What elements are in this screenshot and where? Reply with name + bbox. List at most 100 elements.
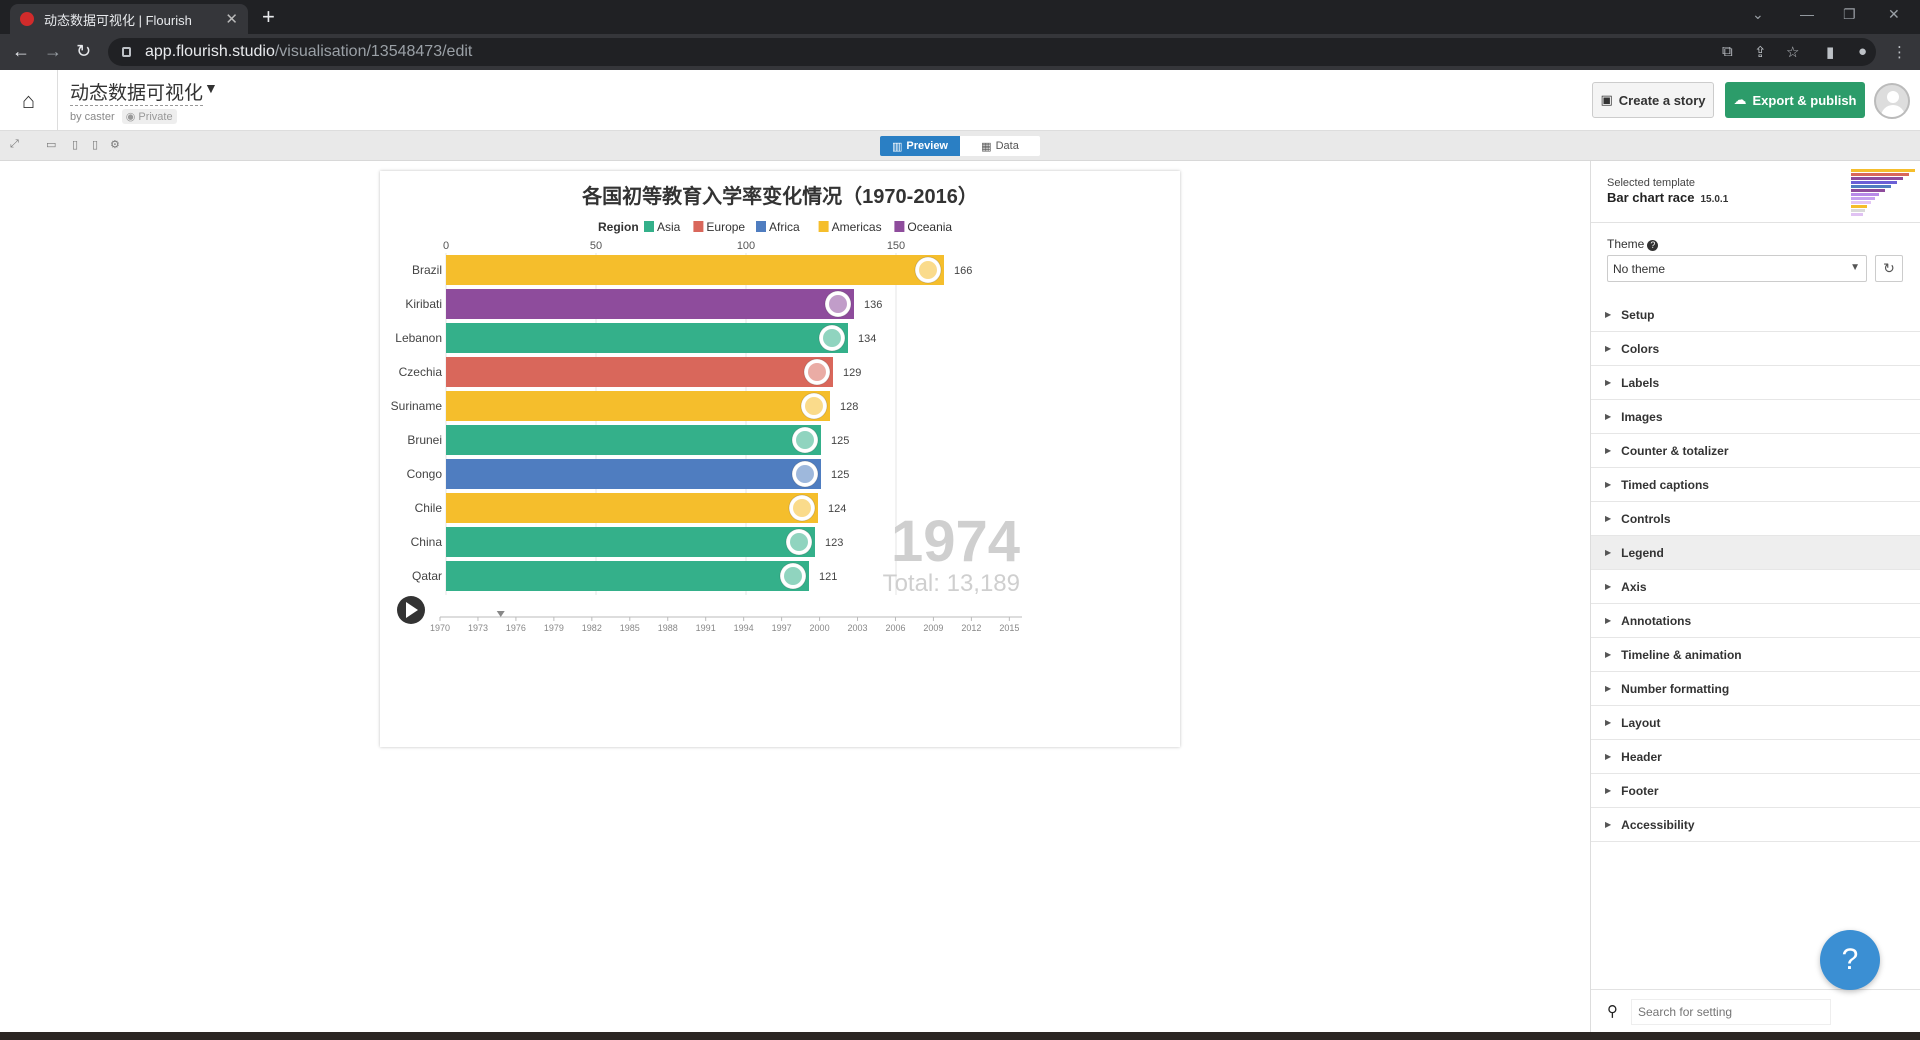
search-input[interactable]: [1631, 999, 1831, 1025]
new-tab-button[interactable]: +: [262, 4, 275, 30]
x-tick-label: 100: [737, 240, 755, 252]
settings-section-timed-captions[interactable]: ▶ Timed captions: [1591, 468, 1920, 502]
restore-icon[interactable]: ❐: [1843, 6, 1856, 23]
timeline-year-label: 2012: [961, 623, 981, 633]
template-label: Selected template: [1607, 177, 1696, 189]
help-button[interactable]: ?: [1820, 930, 1880, 990]
value-label: 125: [831, 469, 849, 481]
value-label: 125: [831, 435, 849, 447]
x-tick-label: 150: [887, 240, 905, 252]
tab-data[interactable]: ▦ Data: [960, 136, 1040, 156]
category-label: Chile: [415, 501, 443, 515]
legend-swatch: [894, 221, 905, 232]
settings-section-label: Timeline & animation: [1621, 647, 1742, 662]
privacy-badge[interactable]: ◉ Private: [121, 109, 177, 124]
byline: by caster ◉ Private: [70, 109, 177, 124]
bar: [446, 493, 818, 523]
caret-right-icon: ▶: [1605, 718, 1612, 727]
help-circle-icon[interactable]: ?: [1647, 240, 1659, 251]
settings-section-annotations[interactable]: ▶ Annotations: [1591, 604, 1920, 638]
browser-tab-strip: 动态数据可视化 | Flourish ✕ + ⌄ — ❐ ✕: [0, 0, 1920, 34]
caret-right-icon: ▶: [1605, 378, 1612, 387]
settings-section-label: Legend: [1621, 545, 1664, 560]
category-label: China: [411, 535, 443, 549]
flag-icon-inner: [823, 329, 841, 347]
x-tick-label: 50: [590, 240, 602, 252]
minimize-icon[interactable]: —: [1800, 6, 1814, 22]
legend-entry: Americas: [832, 220, 882, 234]
create-story-button[interactable]: ▣ Create a story: [1592, 82, 1714, 118]
timeline-year-label: 1979: [544, 623, 564, 633]
translate-icon[interactable]: ⧉: [1722, 43, 1733, 60]
url-field[interactable]: app.flourish.studio/visualisation/135484…: [108, 38, 1876, 66]
settings-section-legend[interactable]: ▶ Legend: [1591, 536, 1920, 570]
profile-icon[interactable]: ●: [1858, 43, 1867, 60]
tab-title: 动态数据可视化 | Flourish: [44, 12, 192, 28]
tab-search-chevron-icon[interactable]: ⌄: [1752, 6, 1764, 23]
settings-section-label: Header: [1621, 749, 1662, 764]
legend-swatch: [818, 221, 829, 232]
tablet-view-icon[interactable]: ▯: [72, 138, 78, 151]
browser-tab[interactable]: 动态数据可视化 | Flourish ✕: [10, 4, 248, 34]
side-panel-icon[interactable]: ▮: [1826, 43, 1834, 61]
window-close-icon[interactable]: ✕: [1888, 6, 1900, 23]
caret-right-icon: ▶: [1605, 514, 1612, 523]
caret-right-icon: ▶: [1605, 412, 1612, 421]
settings-section-label: Setup: [1621, 307, 1655, 322]
forward-icon[interactable]: →: [44, 41, 62, 61]
settings-section-number-formatting[interactable]: ▶ Number formatting: [1591, 672, 1920, 706]
reload-icon[interactable]: ↻: [76, 41, 91, 61]
settings-section-colors[interactable]: ▶ Colors: [1591, 332, 1920, 366]
settings-section-label: Number formatting: [1621, 681, 1730, 696]
settings-section-axis[interactable]: ▶ Axis: [1591, 570, 1920, 604]
theme-label-text: Theme: [1607, 237, 1645, 251]
export-publish-button[interactable]: ☁ Export & publish: [1725, 82, 1865, 118]
settings-section-images[interactable]: ▶ Images: [1591, 400, 1920, 434]
project-title[interactable]: 动态数据可视化: [70, 78, 204, 106]
settings-section-header[interactable]: ▶ Header: [1591, 740, 1920, 774]
mobile-view-icon[interactable]: ▯: [92, 138, 98, 151]
share-icon[interactable]: ⇪: [1754, 43, 1767, 61]
category-label: Suriname: [391, 399, 443, 413]
settings-section-label: Images: [1621, 409, 1663, 424]
settings-section-labels[interactable]: ▶ Labels: [1591, 366, 1920, 400]
value-label: 136: [864, 299, 882, 311]
bar: [446, 289, 854, 319]
home-icon[interactable]: ⌂: [0, 70, 58, 131]
template-info[interactable]: Selected template Bar chart race 15.0.1: [1591, 161, 1920, 223]
theme-select[interactable]: No theme ▼: [1607, 255, 1867, 282]
chevron-down-icon[interactable]: ▼: [204, 80, 218, 96]
tab-preview[interactable]: ▥ Preview: [880, 136, 960, 156]
value-label: 129: [843, 367, 861, 379]
timeline-year-label: 2015: [999, 623, 1019, 633]
flag-icon-inner: [790, 533, 808, 551]
desktop-view-icon[interactable]: ▭: [46, 138, 56, 151]
settings-section-controls[interactable]: ▶ Controls: [1591, 502, 1920, 536]
fullscreen-icon[interactable]: ⤢: [10, 138, 19, 151]
refresh-theme-button[interactable]: ↻: [1875, 255, 1903, 282]
bookmark-star-icon[interactable]: ☆: [1786, 43, 1799, 61]
flag-icon-inner: [829, 295, 847, 313]
caret-right-icon: ▶: [1605, 650, 1612, 659]
settings-section-setup[interactable]: ▶ Setup: [1591, 298, 1920, 332]
settings-section-label: Annotations: [1621, 613, 1692, 628]
settings-section-label: Labels: [1621, 375, 1660, 390]
gear-icon[interactable]: ⚙: [110, 138, 120, 151]
bar: [446, 425, 821, 455]
settings-section-label: Controls: [1621, 511, 1671, 526]
flag-icon-inner: [796, 465, 814, 483]
tab-close-icon[interactable]: ✕: [225, 10, 238, 28]
settings-section-accessibility[interactable]: ▶ Accessibility: [1591, 808, 1920, 842]
settings-section-counter-totalizer[interactable]: ▶ Counter & totalizer: [1591, 434, 1920, 468]
category-label: Czechia: [399, 365, 443, 379]
settings-section-footer[interactable]: ▶ Footer: [1591, 774, 1920, 808]
timeline-handle: [496, 611, 505, 617]
current-year: 1974: [891, 509, 1020, 574]
chart-icon: ▥: [892, 140, 903, 153]
settings-section-layout[interactable]: ▶ Layout: [1591, 706, 1920, 740]
menu-kebab-icon[interactable]: ⋮: [1892, 43, 1907, 61]
settings-section-timeline-animation[interactable]: ▶ Timeline & animation: [1591, 638, 1920, 672]
back-icon[interactable]: ←: [12, 41, 30, 61]
caret-right-icon: ▶: [1605, 684, 1612, 693]
avatar[interactable]: [1874, 83, 1910, 119]
